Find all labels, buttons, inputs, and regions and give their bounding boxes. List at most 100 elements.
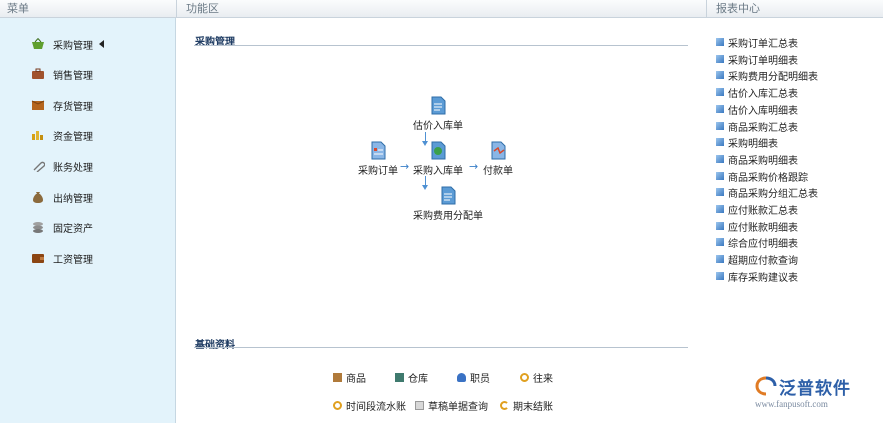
sidebar-item-label: 工资管理 [53,254,93,266]
sidebar-item-sales[interactable]: 销售管理 [31,66,93,82]
purchase-order-node[interactable]: 采购订单 [358,141,398,177]
section-divider [194,45,688,46]
report-item[interactable]: 商品采购明细表 [716,153,798,167]
basic-item-warehouse[interactable]: 仓库 [395,370,428,385]
sidebar-item-label: 固定资产 [53,223,93,235]
logo-text: 泛普软件 [779,379,851,399]
report-item[interactable]: 应付账款明细表 [716,220,798,234]
report-label: 估价入库汇总表 [728,88,798,100]
sidebar-item-label: 销售管理 [53,70,93,82]
basic-item-goods[interactable]: 商品 [333,370,366,385]
sidebar-item-fixed-assets[interactable]: 固定资产 [31,219,93,235]
flow-arrow-down [422,176,428,190]
flow-arrow-right: → [400,160,410,173]
fanpu-logo: 泛普软件 www.fanpusoft.com [755,376,879,414]
report-item[interactable]: 应付账款汇总表 [716,203,798,217]
report-label: 采购费用分配明细表 [728,71,818,83]
report-item[interactable]: 采购订单汇总表 [716,36,798,50]
contact-icon [520,373,529,382]
report-label: 估价入库明细表 [728,105,798,117]
app-window: 菜单 功能区 报表中心 采购管理 销售管理 存货管理 资金管理 账务处理 出纳管… [0,0,883,423]
payment-document-icon [491,141,505,160]
cost-allocation-node[interactable]: 采购费用分配单 [413,186,483,222]
sidebar-item-payroll[interactable]: 工资管理 [31,250,93,266]
report-item[interactable]: 采购费用分配明细表 [716,69,818,83]
report-item[interactable]: 采购明细表 [716,136,778,150]
report-item[interactable]: 估价入库明细表 [716,103,798,117]
report-icon [716,105,724,113]
time-ledger-icon [333,401,342,410]
report-label: 商品采购价格跟踪 [728,172,808,184]
payment-node[interactable]: 付款单 [483,141,513,177]
report-item[interactable]: 采购订单明细表 [716,53,798,67]
estimate-receipt-node[interactable]: 估价入库单 [413,96,463,132]
report-label: 综合应付明细表 [728,238,798,250]
report-item[interactable]: 估价入库汇总表 [716,86,798,100]
logo-mark-icon [755,376,777,396]
draft-query-icon [415,401,424,410]
report-label: 应付账款汇总表 [728,205,798,217]
document-icon [431,96,445,115]
menu-header: 菜单 [0,0,176,18]
receipt-document-icon [431,141,445,160]
report-item[interactable]: 超期应付款查询 [716,253,798,267]
basic-item-period-close[interactable]: 期末结账 [500,398,553,413]
sidebar-menu: 采购管理 销售管理 存货管理 资金管理 账务处理 出纳管理 固定资产 工资管理 [0,18,176,423]
basic-item-draft-query[interactable]: 草稿单据查询 [415,398,488,413]
coins-icon [32,131,43,140]
report-label: 商品采购明细表 [728,155,798,167]
report-item[interactable]: 库存采购建议表 [716,270,798,284]
box-icon [31,100,45,110]
sidebar-item-accounting[interactable]: 账务处理 [31,158,93,174]
paperclip-icon [33,161,45,172]
money-bag-icon [33,192,43,203]
basic-item-label: 草稿单据查询 [428,402,488,413]
basic-item-contacts[interactable]: 往来 [520,370,553,385]
report-label: 采购订单汇总表 [728,38,798,50]
report-item[interactable]: 商品采购汇总表 [716,120,798,134]
report-label: 库存采购建议表 [728,272,798,284]
flow-arrow-right: → [469,160,479,173]
report-center-header: 报表中心 [706,0,883,18]
stack-icon [33,222,43,233]
sidebar-item-label: 资金管理 [53,131,93,143]
node-label: 估价入库单 [413,121,463,132]
report-icon [716,155,724,163]
basic-item-label: 时间段流水账 [346,402,406,413]
purchase-receipt-node[interactable]: 采购入库单 [413,141,463,177]
report-item[interactable]: 综合应付明细表 [716,236,798,250]
basic-item-label: 期末结账 [513,402,553,413]
report-icon [716,38,724,46]
report-item[interactable]: 商品采购分组汇总表 [716,186,818,200]
section-divider [194,347,688,348]
basic-item-time-ledger[interactable]: 时间段流水账 [333,398,406,413]
sidebar-item-inventory[interactable]: 存货管理 [31,97,93,113]
sidebar-item-purchase[interactable]: 采购管理 [31,36,104,52]
node-label: 采购费用分配单 [413,211,483,222]
basket-icon [32,38,44,49]
report-icon [716,222,724,230]
sidebar-item-label: 存货管理 [53,101,93,113]
warehouse-icon [395,373,404,382]
report-label: 应付账款明细表 [728,222,798,234]
report-icon [716,205,724,213]
basic-item-label: 往来 [533,374,553,385]
report-icon [716,71,724,79]
report-icon [716,172,724,180]
report-label: 商品采购汇总表 [728,122,798,134]
sidebar-item-label: 出纳管理 [53,193,93,205]
period-close-icon [500,401,509,410]
report-icon [716,55,724,63]
report-label: 超期应付款查询 [728,255,798,267]
sidebar-item-cashier[interactable]: 出纳管理 [31,189,93,205]
function-area: 采购管理 估价入库单 采购订单 → 采购入库单 → 付款单 采购费用分配单 基础… [177,19,706,423]
node-label: 付款单 [483,166,513,177]
basic-item-label: 商品 [346,374,366,385]
report-item[interactable]: 商品采购价格跟踪 [716,170,808,184]
wallet-icon [32,254,44,263]
sidebar-item-funds[interactable]: 资金管理 [31,127,93,143]
basic-item-label: 仓库 [408,374,428,385]
basic-item-staff[interactable]: 职员 [457,370,490,385]
report-icon [716,188,724,196]
staff-icon [457,373,466,382]
